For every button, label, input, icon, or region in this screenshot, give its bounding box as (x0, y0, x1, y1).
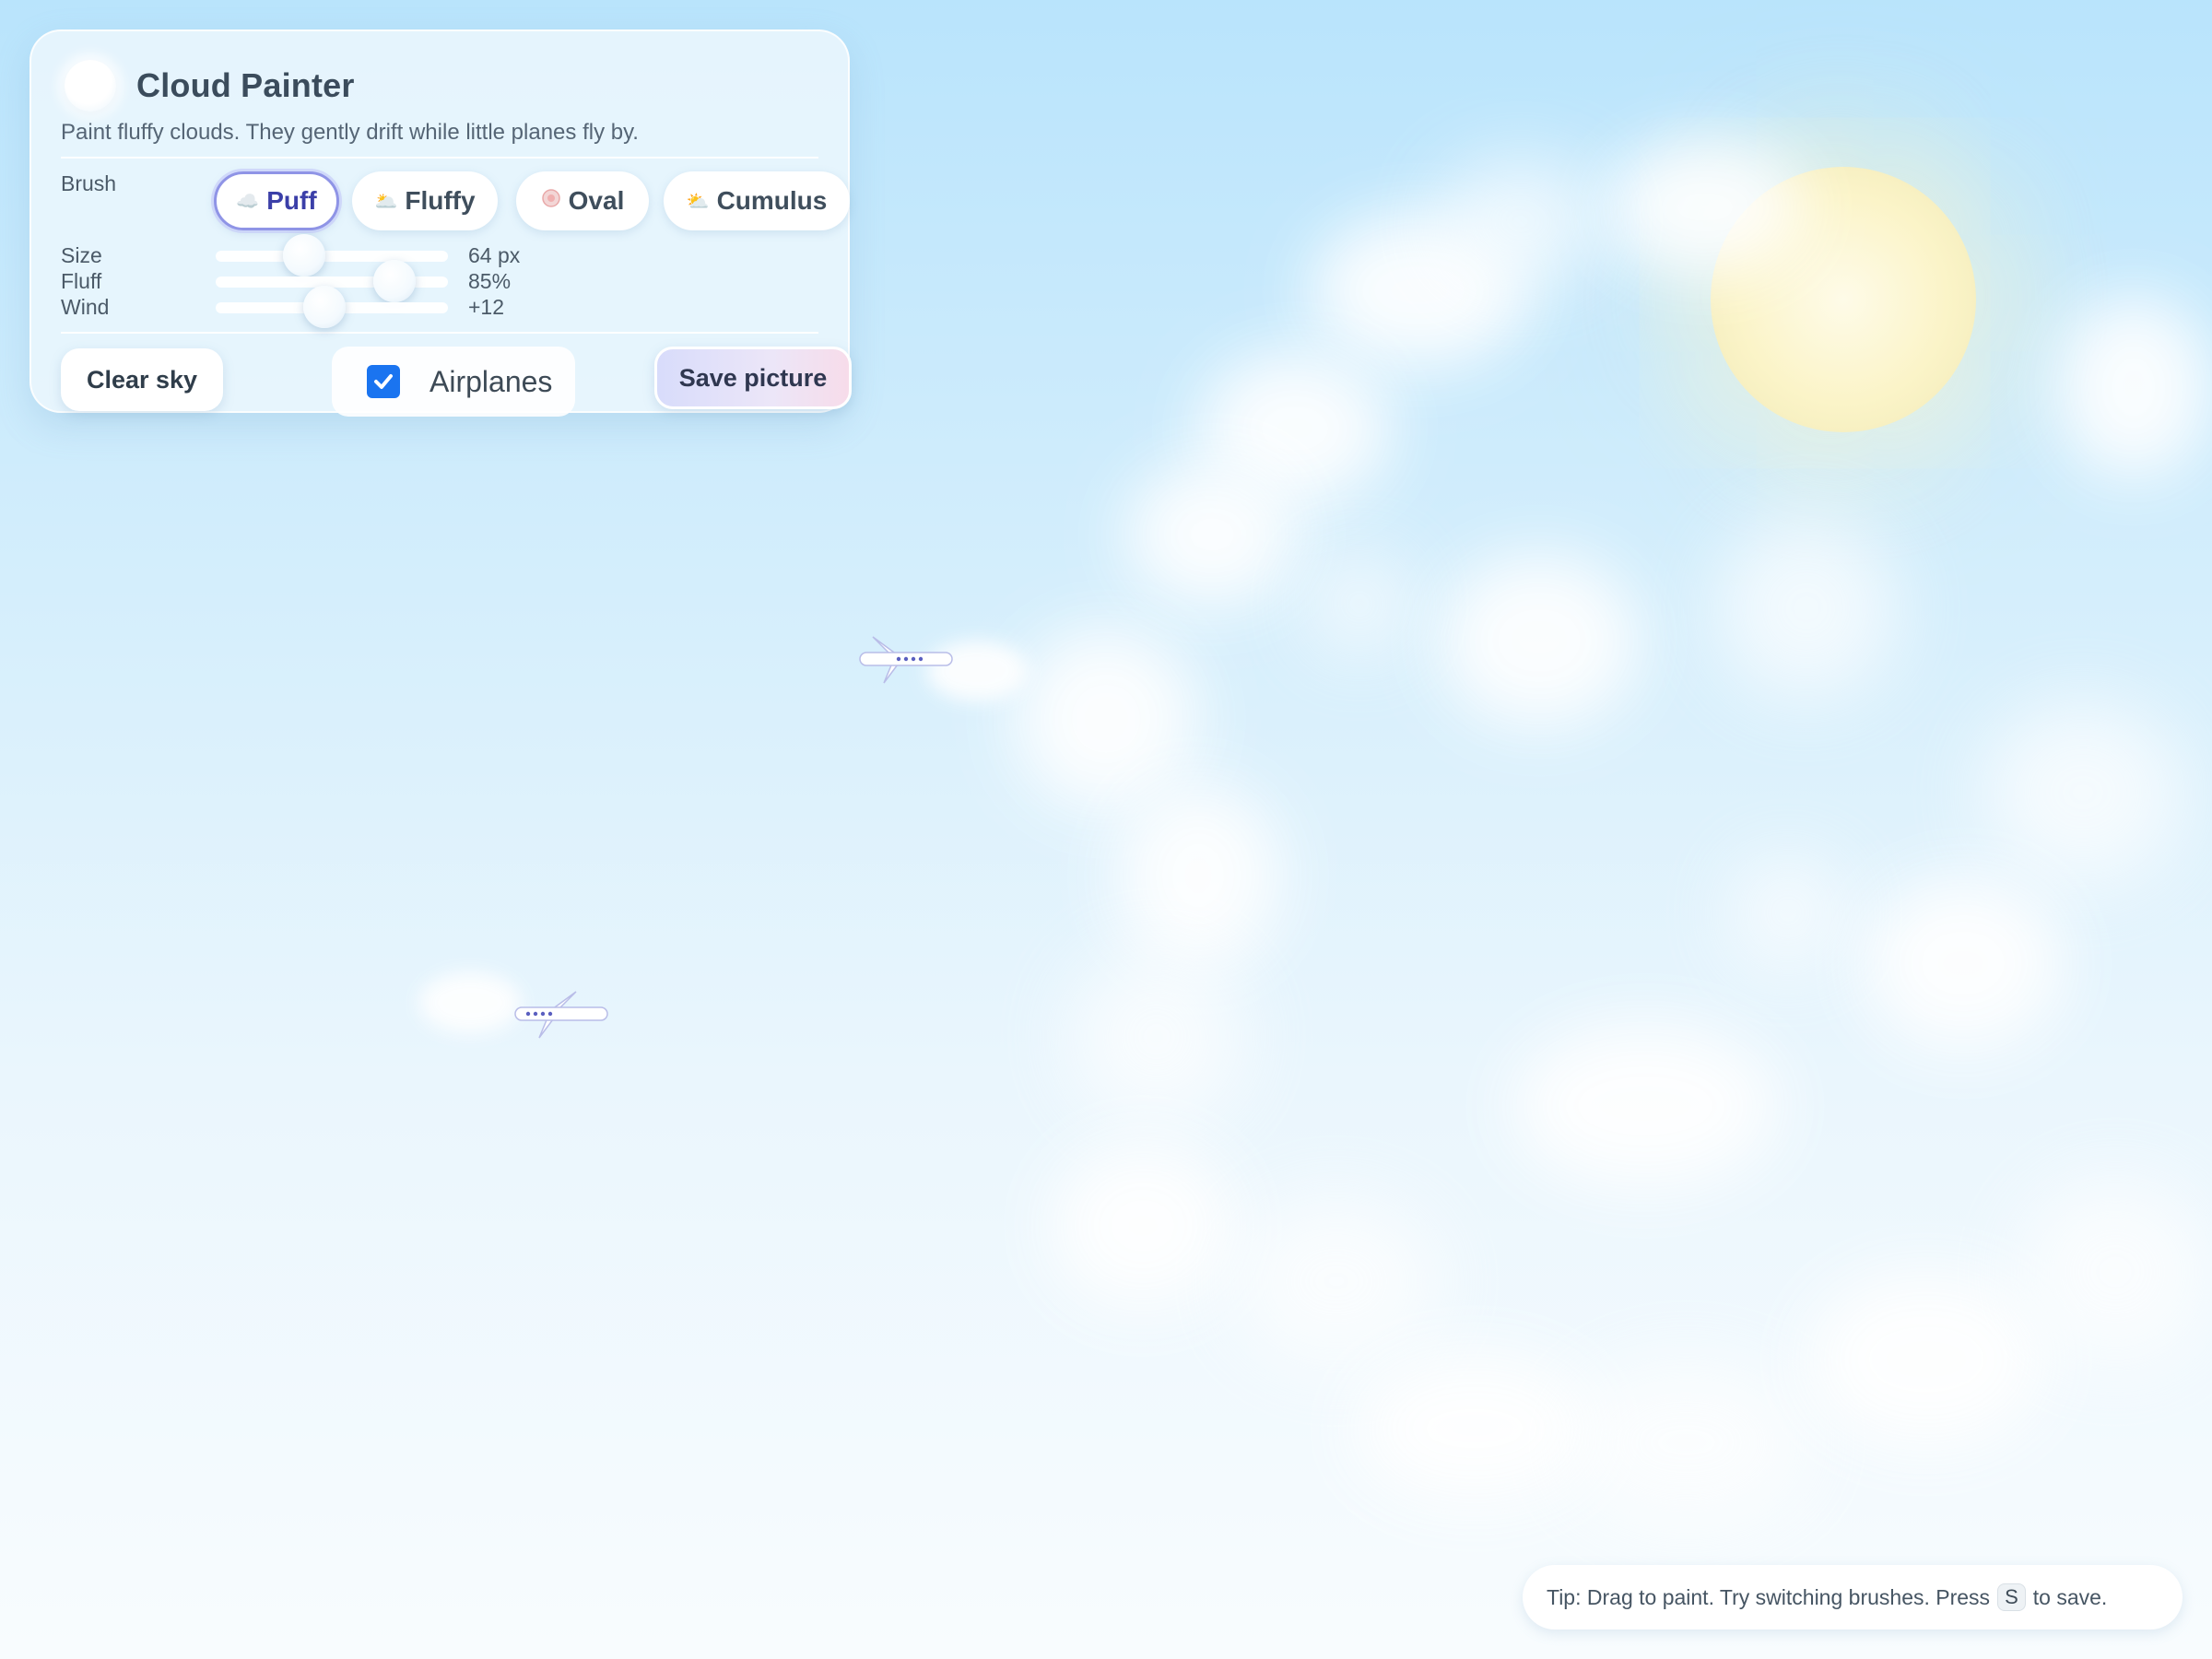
cloud-puff (1115, 783, 1281, 968)
brush-option-cumulus[interactable]: ⛅ Cumulus (664, 171, 850, 230)
clear-sky-button[interactable]: Clear sky (61, 348, 223, 411)
cloud-icon: ☁️ (236, 191, 260, 212)
app-title: Cloud Painter (136, 66, 355, 104)
cloud-puff (1235, 1198, 1438, 1364)
sun-behind-cloud-icon: ⛅ (686, 191, 710, 212)
oval-icon (541, 188, 561, 214)
cloud-puff (1806, 1272, 2046, 1447)
brush-option-puff[interactable]: ☁️ Puff (214, 171, 339, 230)
wind-slider-thumb[interactable] (303, 286, 347, 328)
cloud-puff (1069, 949, 1244, 1124)
cloud-puff (2055, 295, 2212, 479)
cloud-logo-icon (65, 60, 116, 112)
tip-suffix: to save. (2032, 1584, 2108, 1609)
airplane-icon (859, 636, 953, 684)
fluff-slider[interactable] (216, 260, 448, 302)
cloud-puff (1714, 516, 1899, 700)
wind-slider[interactable] (216, 286, 448, 328)
wind-value: +12 (468, 295, 505, 319)
sun-cloud-icon: 🌥️ (374, 191, 398, 212)
airplanes-label: Airplanes (429, 364, 553, 398)
airplanes-toggle[interactable]: Airplanes (332, 347, 575, 417)
checkmark-icon (374, 374, 393, 389)
brush-option-label: Puff (266, 186, 317, 215)
fluff-value: 85% (468, 269, 512, 293)
cloud-puff (1567, 1364, 1806, 1521)
tip-bar: Tip: Drag to paint. Try switching brushe… (1523, 1565, 2183, 1630)
cloud-puff (1014, 627, 1198, 811)
cloud-puff (1309, 553, 1410, 654)
cloud-puff (1982, 700, 2184, 885)
cloud-puff (1355, 1355, 1594, 1502)
brush-option-label: Oval (568, 186, 625, 215)
brush-option-fluffy[interactable]: 🌥️ Fluffy (352, 171, 498, 230)
cloud-puff (1124, 461, 1300, 608)
cloud-puff (1604, 138, 1806, 276)
cloud-puff (1862, 876, 2065, 1051)
wind-label: Wind (61, 295, 110, 319)
cloud-puff (1733, 857, 1843, 968)
size-value: 64 px (468, 243, 521, 267)
brush-selector: Brush ☁️ Puff 🌥️ Fluffy Oval ⛅ Cumulus (61, 159, 850, 241)
cloud-puff (1051, 1143, 1235, 1309)
control-panel: Cloud Painter Paint fluffy clouds. They … (29, 29, 852, 417)
panel-actions: Clear sky Airplanes Save picture (61, 334, 852, 426)
fluff-label: Fluff (61, 269, 102, 293)
size-label: Size (61, 243, 102, 267)
cloud-puff (1438, 553, 1641, 728)
size-slider[interactable] (216, 234, 448, 276)
size-slider-row: Size 64 px (61, 234, 818, 276)
wind-slider-row: Wind +12 (61, 286, 818, 328)
tip-text: Tip: Drag to paint. Try switching brushe… (1547, 1584, 1991, 1609)
brush-option-oval[interactable]: Oval (516, 171, 649, 230)
brush-option-label: Fluffy (405, 186, 476, 215)
brush-option-label: Cumulus (716, 186, 828, 215)
app-subtitle: Paint fluffy clouds. They gently drift w… (61, 120, 818, 159)
save-picture-button[interactable]: Save picture (654, 347, 852, 409)
brush-label: Brush (61, 171, 117, 195)
cloud-puff (1512, 1023, 1779, 1189)
airplanes-checkbox[interactable] (367, 365, 400, 398)
cloud-puff (2018, 1180, 2212, 1364)
fluff-slider-row: Fluff 85% (61, 260, 818, 302)
cloud-puff (1438, 157, 1604, 286)
airplane-icon (514, 991, 608, 1039)
save-shortcut-key: S (1997, 1583, 2026, 1611)
